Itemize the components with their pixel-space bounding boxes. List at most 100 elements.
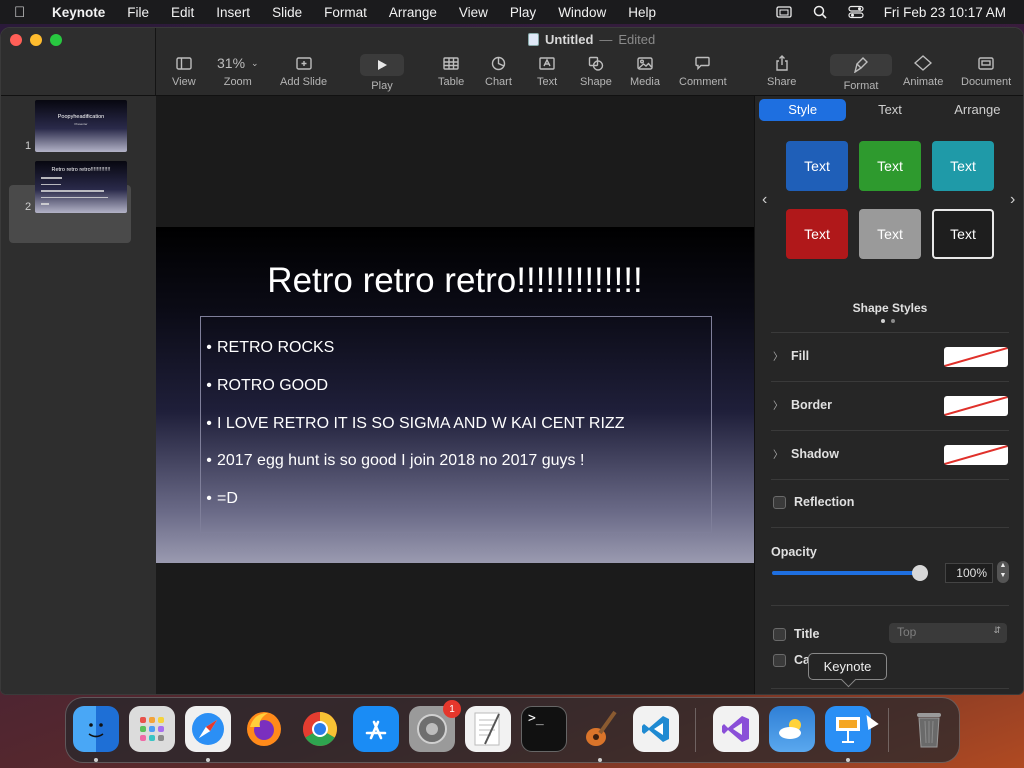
animate-button[interactable]: Animate [903, 54, 943, 88]
media-button[interactable]: Media [630, 54, 660, 88]
finder-icon[interactable] [73, 706, 119, 752]
trash-icon[interactable] [906, 706, 952, 752]
slide-canvas[interactable]: Retro retro retro!!!!!!!!!!!!! • RETRO RO… [156, 96, 754, 694]
menu-play[interactable]: Play [499, 5, 547, 20]
format-button[interactable]: Format [830, 54, 892, 92]
menu-edit[interactable]: Edit [160, 5, 205, 20]
shape-button[interactable]: Shape [580, 54, 612, 88]
menu-window[interactable]: Window [547, 5, 617, 20]
settings-icon[interactable]: 1 [409, 700, 461, 752]
opacity-field[interactable]: 100% [945, 563, 993, 583]
add-slide-label: Add Slide [280, 76, 328, 88]
document-button[interactable]: Document [961, 54, 1011, 88]
menu-view[interactable]: View [448, 5, 499, 20]
fullscreen-button[interactable] [50, 34, 62, 46]
control-center-icon[interactable] [848, 5, 864, 19]
title-row[interactable]: Title [773, 627, 819, 641]
comment-label: Comment [679, 76, 727, 88]
visual-studio-icon[interactable] [713, 706, 759, 752]
shape-label: Shape [580, 76, 612, 88]
vscode-icon[interactable] [633, 706, 679, 752]
chart-button[interactable]: Chart [485, 54, 512, 88]
fill-disclosure[interactable]: 〉 Fill [773, 348, 809, 364]
add-slide-button[interactable]: Add Slide [280, 54, 327, 88]
screen-mirroring-icon[interactable] [776, 5, 792, 19]
opacity-label: Opacity [771, 545, 817, 559]
border-disclosure[interactable]: 〉 Border [773, 397, 832, 413]
chrome-icon[interactable] [297, 706, 343, 752]
title-position-popup[interactable]: Top ⇵ [889, 623, 1007, 643]
minimize-button[interactable] [30, 34, 42, 46]
dock: 1 >_ [65, 697, 960, 763]
shape-style-blue[interactable]: Text [786, 141, 848, 191]
menu-arrange[interactable]: Arrange [378, 5, 448, 20]
slide-body-textbox[interactable]: • RETRO ROCKS • ROTRO GOOD • I LOVE RETRO I… [200, 316, 712, 533]
caption-checkbox[interactable] [773, 653, 786, 667]
bullet-item: • RETRO ROCKS [206, 339, 335, 356]
menu-insert[interactable]: Insert [205, 5, 261, 20]
shadow-swatch[interactable] [944, 445, 1008, 465]
document-title[interactable]: Untitled — Edited [528, 32, 655, 47]
textedit-icon[interactable] [465, 706, 511, 752]
play-button[interactable]: Play [360, 54, 404, 92]
paintbrush-icon [830, 54, 892, 76]
apple-menu-icon[interactable]:  [14, 4, 40, 21]
share-button[interactable]: Share [767, 54, 796, 88]
shape-style-gray[interactable]: Text [859, 209, 921, 259]
comment-button[interactable]: Comment [679, 54, 727, 88]
tab-text[interactable]: Text [846, 99, 933, 121]
menu-help[interactable]: Help [617, 5, 667, 20]
tab-arrange[interactable]: Arrange [934, 99, 1021, 121]
media-icon [637, 54, 653, 72]
safari-icon[interactable] [185, 706, 231, 752]
comment-icon [695, 54, 711, 72]
menu-clock[interactable]: Fri Feb 23 10:17 AM [884, 5, 1006, 20]
current-slide[interactable]: Retro retro retro!!!!!!!!!!!!! • RETRO RO… [156, 227, 754, 563]
terminal-icon[interactable]: >_ [521, 706, 567, 752]
slide-title[interactable]: Retro retro retro!!!!!!!!!!!!! [156, 261, 754, 301]
shape-style-teal[interactable]: Text [932, 141, 994, 191]
title-checkbox[interactable] [773, 627, 786, 641]
opacity-stepper[interactable]: ▲ ▼ [997, 561, 1009, 583]
zoom-popup[interactable]: 31% ⌄ Zoom [217, 54, 259, 88]
menu-slide[interactable]: Slide [261, 5, 313, 20]
fill-swatch[interactable] [944, 347, 1008, 367]
reflection-checkbox[interactable] [773, 495, 786, 509]
slide-thumbnail-2[interactable]: 2 Retro retro retro!!!!!!!!!!!!! [9, 161, 131, 219]
garageband-icon[interactable] [577, 706, 623, 752]
opacity-slider-track[interactable] [772, 571, 922, 575]
text-button[interactable]: Text [537, 54, 557, 88]
shape-style-green[interactable]: Text [859, 141, 921, 191]
table-button[interactable]: Table [438, 54, 464, 88]
slide-thumbnail-1[interactable]: 1 Poopyheadification Presenter [9, 100, 131, 158]
reflection-label: Reflection [794, 495, 855, 509]
menu-format[interactable]: Format [313, 5, 378, 20]
reflection-row[interactable]: Reflection [773, 495, 854, 509]
play-label: Play [371, 80, 393, 92]
app-store-icon[interactable] [353, 706, 399, 752]
zoom-label: Zoom [223, 76, 252, 88]
border-swatch[interactable] [944, 396, 1008, 416]
spotlight-search-icon[interactable] [812, 5, 828, 19]
page-indicator[interactable] [881, 319, 895, 323]
chevron-left-icon[interactable]: ‹ [762, 191, 767, 209]
menu-app-name[interactable]: Keynote [40, 5, 116, 20]
chevron-right-icon[interactable]: › [1010, 191, 1015, 209]
view-button[interactable]: View [172, 54, 196, 88]
keynote-icon[interactable] [825, 706, 871, 752]
opacity-slider-knob[interactable] [912, 565, 928, 581]
slide-number: 2 [25, 201, 32, 213]
thumbnail-bullets [41, 177, 111, 210]
tab-style[interactable]: Style [759, 99, 847, 121]
bullet-text: RETRO ROCKS [217, 339, 335, 356]
shape-style-red[interactable]: Text [786, 209, 848, 259]
weather-icon[interactable] [769, 706, 815, 752]
bullet-item: • I LOVE RETRO IT IS SO SIGMA AND W KAI C… [206, 415, 625, 432]
table-icon [443, 54, 459, 72]
shape-style-outline[interactable]: Text [932, 209, 994, 259]
menu-file[interactable]: File [116, 5, 160, 20]
shadow-disclosure[interactable]: 〉 Shadow [773, 446, 839, 462]
launchpad-icon[interactable] [129, 706, 175, 752]
firefox-icon[interactable] [241, 706, 287, 752]
close-button[interactable] [10, 34, 22, 46]
